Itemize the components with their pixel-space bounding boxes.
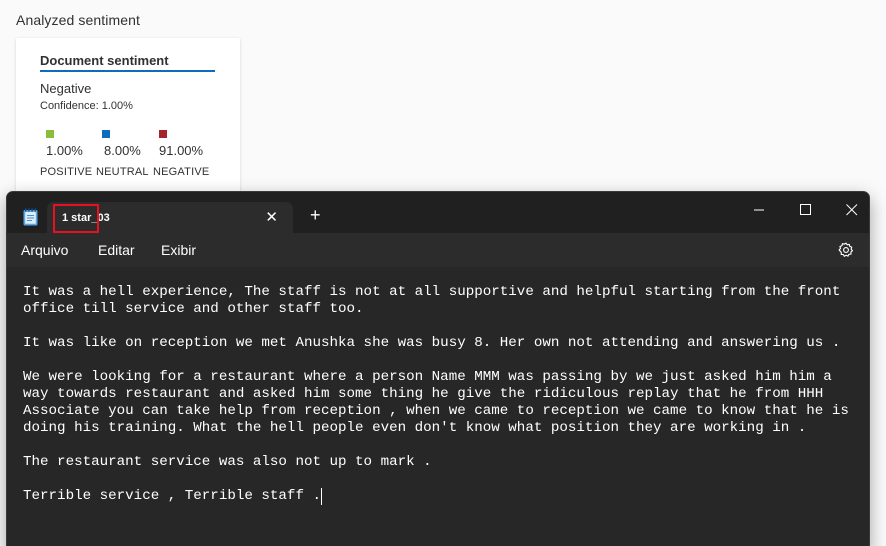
close-icon[interactable]: ✕ <box>265 208 278 226</box>
minimize-icon[interactable] <box>739 196 779 224</box>
document-confidence: Confidence: 1.00% <box>40 100 133 112</box>
text-line <box>23 437 865 454</box>
plus-icon[interactable]: + <box>310 205 321 226</box>
page: Analyzed sentiment Document sentiment Ne… <box>0 0 886 546</box>
menu-bar: Arquivo Editar Exibir <box>7 233 869 267</box>
menu-view[interactable]: Exibir <box>161 242 196 258</box>
tab-title-highlight <box>53 204 99 233</box>
editor-area[interactable]: It was a hell experience, The staff is n… <box>7 267 869 546</box>
title-bar[interactable]: 1 star_03 ✕ + <box>7 192 870 234</box>
document-sentiment-card: Document sentiment Negative Confidence: … <box>16 38 240 203</box>
close-window-icon[interactable] <box>831 196 870 224</box>
positive-swatch <box>46 130 54 138</box>
text-line: Terrible service , Terrible staff . <box>23 488 322 505</box>
negative-value: 91.00% <box>159 143 204 158</box>
notepad-icon <box>23 208 38 226</box>
notepad-window: 1 star_03 ✕ + Arquivo Editar Exibir It w… <box>6 191 870 546</box>
text-line: It was a hell experience, The staff is n… <box>23 284 849 317</box>
document-text[interactable]: It was a hell experience, The staff is n… <box>23 284 865 505</box>
gear-icon[interactable] <box>837 241 855 259</box>
negative-swatch <box>159 130 167 138</box>
negative-stat: 91.00% NEGATIVE <box>153 130 223 178</box>
negative-label: NEGATIVE <box>153 166 210 178</box>
document-sentiment-label: Negative <box>40 81 92 96</box>
maximize-icon[interactable] <box>785 196 825 224</box>
text-line <box>23 352 865 369</box>
text-line <box>23 318 865 335</box>
text-line: We were looking for a restaurant where a… <box>23 369 858 436</box>
text-caret <box>321 488 322 505</box>
title-underline <box>40 70 215 72</box>
menu-file[interactable]: Arquivo <box>21 242 68 258</box>
document-sentiment-title: Document sentiment <box>40 53 169 68</box>
text-line <box>23 471 865 488</box>
text-line: It was like on reception we met Anushka … <box>23 335 841 351</box>
analyzed-sentiment-heading: Analyzed sentiment <box>16 12 140 28</box>
tab-document[interactable]: 1 star_03 ✕ <box>47 202 293 234</box>
menu-edit[interactable]: Editar <box>98 242 135 258</box>
neutral-swatch <box>102 130 110 138</box>
text-line: The restaurant service was also not up t… <box>23 454 432 470</box>
